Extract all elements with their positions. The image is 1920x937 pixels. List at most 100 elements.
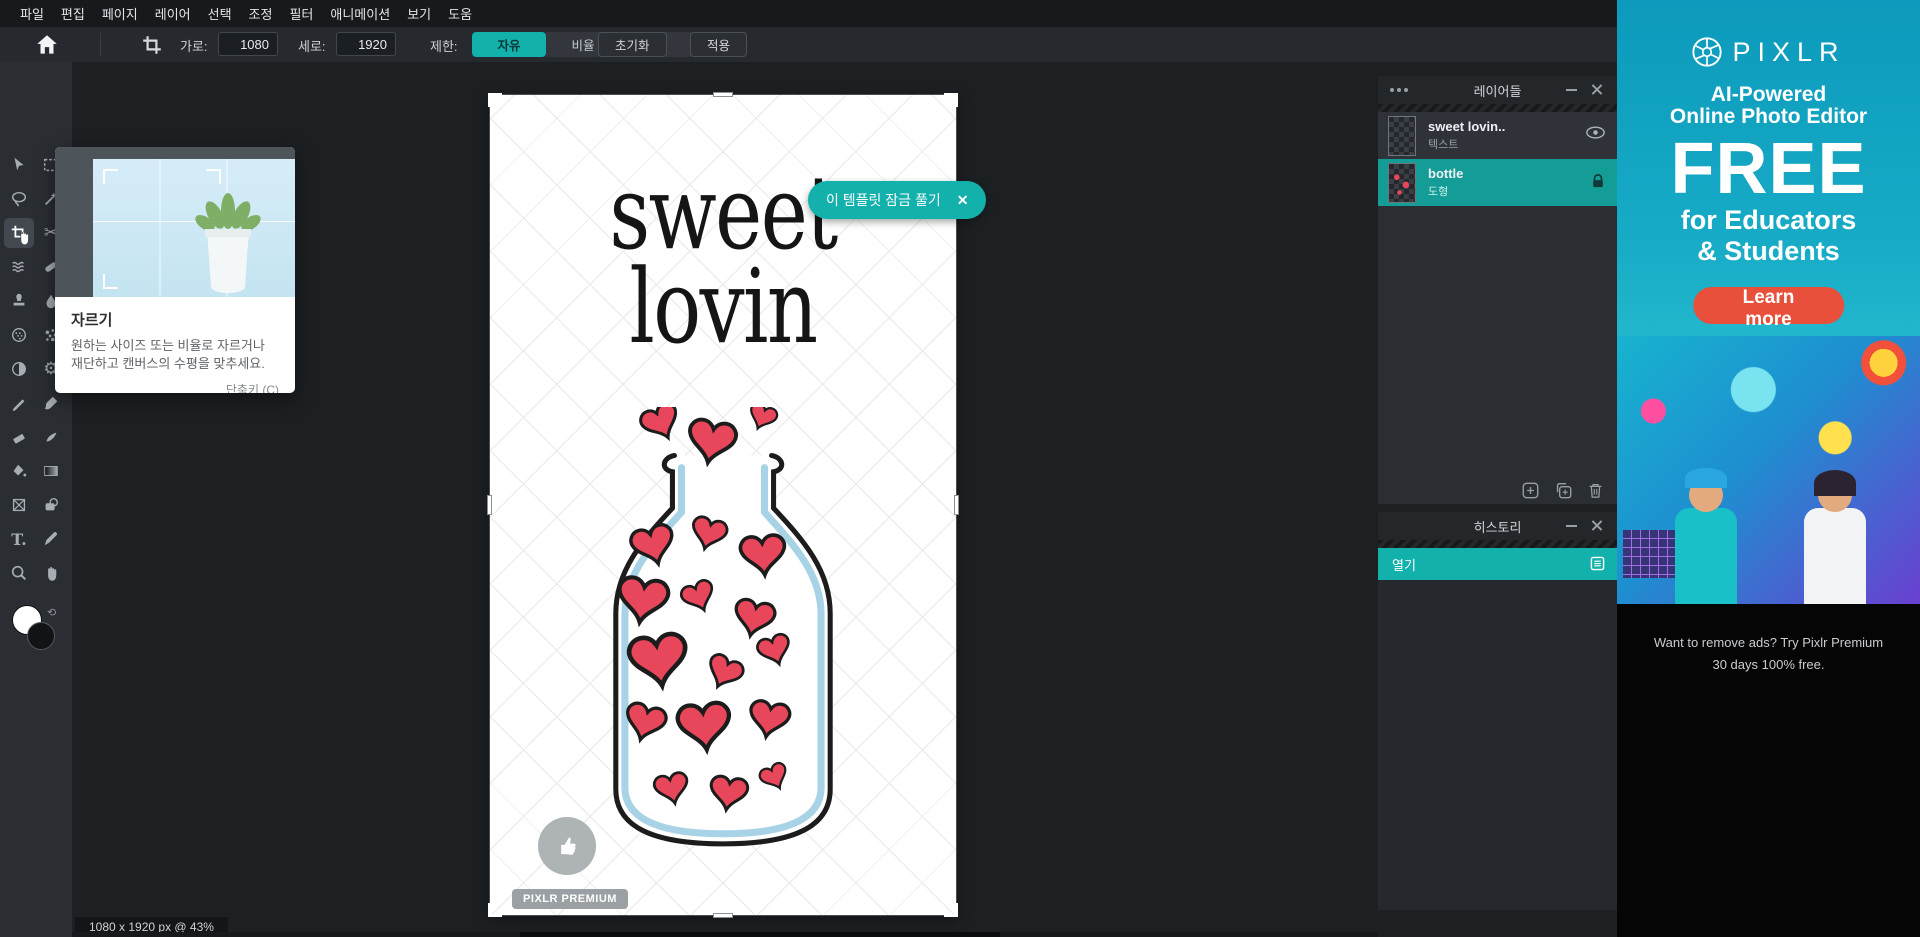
layers-close-icon[interactable] [1590,83,1603,96]
dodge-burn-tool[interactable] [4,354,34,384]
unlock-template-button[interactable]: 이 템플릿 잠금 풀기 ✕ [808,181,987,219]
crop-handle-top-left[interactable] [488,93,502,107]
pixlr-ad[interactable]: PIXLR AI-Powered Online Photo Editor FRE… [1617,0,1920,604]
layers-panel: 레이어들 sweet lovin.. 텍스트 bottle 도형 [1378,76,1617,504]
ad-promo-text: Want to remove ads? Try Pixlr Premium 30… [1617,632,1920,676]
ad-person-left [1675,468,1737,604]
ad-person-right [1804,470,1866,604]
menu-bar: 파일 편집 페이지 레이어 선택 조정 필터 애니메이션 보기 도움 [0,0,1617,27]
menu-edit[interactable]: 편집 [61,4,85,23]
delete-layer-icon[interactable] [1588,482,1603,499]
menu-layer[interactable]: 레이어 [155,4,191,23]
ad-promo-line2: 30 days 100% free. [1712,657,1825,673]
ad-collage [1617,336,1920,604]
ad-headline: FREE [1670,129,1867,209]
eyedropper-tool[interactable] [36,524,66,554]
menu-help[interactable]: 도움 [448,4,472,23]
height-input[interactable] [336,32,396,56]
unlock-template-label: 이 템플릿 잠금 풀기 [826,192,941,208]
menu-page[interactable]: 페이지 [102,4,138,23]
hand-cursor-icon [20,231,29,246]
layers-minimize-icon[interactable] [1566,89,1577,91]
pixelate-tool[interactable] [4,320,34,350]
ad-audience-1: for Educators [1680,205,1857,235]
unlock-close-icon[interactable]: ✕ [957,192,969,209]
crop-tooltip-preview [55,147,295,297]
menu-select[interactable]: 선택 [208,4,232,23]
lasso-tool[interactable] [4,184,34,214]
tool-options-bar: 가로: 세로: 제한: 자유 비율 규격 초기화 적용 [0,27,1617,62]
crop-bracket-icon [103,169,118,184]
gradient-tool[interactable] [36,456,66,486]
smudge-tool[interactable] [36,422,66,452]
eraser-tool[interactable] [4,422,34,452]
background-color-swatch[interactable] [27,622,55,650]
horizontal-scrollbar-thumb[interactable] [520,932,1000,937]
layers-panel-footer [1378,476,1617,504]
ad-audience-2: & Students [1697,236,1840,266]
menu-view[interactable]: 보기 [407,4,431,23]
reset-button[interactable]: 초기화 [598,32,667,57]
arrange-tool[interactable] [4,150,34,180]
height-label: 세로: [298,39,326,54]
layers-panel-header: 레이어들 [1378,76,1617,104]
frame-tool[interactable] [4,490,34,520]
tooltip-shortcut: 단축키 (C) [225,382,279,393]
width-input[interactable] [218,32,278,56]
width-label: 가로: [180,39,208,54]
apply-button[interactable]: 적용 [690,32,748,57]
panel-column: 레이어들 sweet lovin.. 텍스트 bottle 도형 히스토리 열기 [1378,62,1617,937]
panel-hatch-divider [1378,540,1617,548]
home-icon[interactable] [34,32,60,58]
premium-badge: PIXLR PREMIUM [512,889,628,909]
crop-handle-left[interactable] [487,495,492,515]
pixlr-app: 파일 편집 페이지 레이어 선택 조정 필터 애니메이션 보기 도움 가로: 세… [0,0,1920,937]
liquify-tool[interactable] [4,252,34,282]
crop-handle-bottom-left[interactable] [488,903,502,917]
text-tool[interactable] [4,524,34,554]
pen-tool[interactable] [4,388,34,418]
canvas-text-line2: lovin [629,247,818,367]
history-panel-header: 히스토리 [1378,512,1617,540]
history-panel: 히스토리 열기 [1378,512,1617,910]
layer-type: 텍스트 [1428,139,1459,151]
crop-tool[interactable] [4,218,34,248]
history-close-icon[interactable] [1590,519,1603,532]
horizontal-scrollbar[interactable] [72,932,1378,937]
ad-column: PIXLR AI-Powered Online Photo Editor FRE… [1617,0,1920,937]
duplicate-layer-icon[interactable] [1555,482,1572,499]
menu-animation[interactable]: 애니메이션 [330,4,390,23]
hand-tool[interactable] [36,558,66,588]
canvas-illustration-jar [613,407,833,847]
constraint-label: 제한: [430,39,458,54]
crop-tooltip-photo [93,159,295,297]
layers-empty-area [1378,206,1617,476]
layers-menu-icon[interactable] [1390,88,1408,92]
layer-name: bottle [1428,166,1464,181]
swap-colors-icon[interactable] [47,603,56,621]
layer-row-bottle[interactable]: bottle 도형 [1378,159,1617,206]
clone-stamp-tool[interactable] [4,286,34,316]
toolbar-divider [100,33,101,56]
history-minimize-icon[interactable] [1566,525,1577,527]
layer-row-text[interactable]: sweet lovin.. 텍스트 [1378,112,1617,159]
menu-adjust[interactable]: 조정 [249,4,273,23]
crop-handle-right[interactable] [954,495,959,515]
crop-handle-bottom[interactable] [713,913,733,918]
menu-filter[interactable]: 필터 [289,4,313,23]
add-layer-icon[interactable] [1522,482,1539,499]
constraint-free-button[interactable]: 자유 [472,32,546,57]
history-entry-open[interactable]: 열기 [1378,548,1617,580]
fill-tool[interactable] [4,456,34,486]
layer-thumbnail [1388,115,1416,156]
zoom-tool[interactable] [4,558,34,588]
lock-shape-tool[interactable] [36,490,66,520]
crop-handle-bottom-right[interactable] [944,903,958,917]
menu-file[interactable]: 파일 [20,4,44,23]
crop-handle-top[interactable] [713,92,733,97]
crop-handle-top-right[interactable] [944,93,958,107]
layer-lock-icon[interactable] [1591,173,1605,189]
layer-visibility-icon[interactable] [1586,126,1605,139]
learn-more-button[interactable]: Learn more [1692,287,1845,330]
history-empty-area [1378,580,1617,910]
